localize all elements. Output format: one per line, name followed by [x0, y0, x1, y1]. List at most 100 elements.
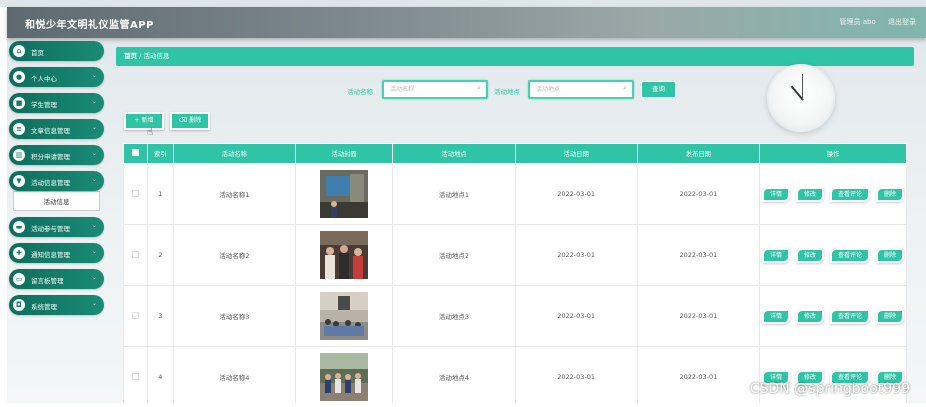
- search-icon: ⌕: [477, 84, 481, 92]
- sidebar-item-label: 活动信息管理: [31, 179, 70, 187]
- home-icon: ⌂: [13, 45, 25, 57]
- user-role: 管理员 abo: [839, 18, 876, 26]
- sidebar-item-notices[interactable]: ✚ 通知信息管理 ⌄: [9, 243, 104, 263]
- chevron-down-icon: ⌄: [91, 176, 97, 183]
- sidebar-item-label: 通知信息管理: [31, 251, 70, 259]
- row-delete-button[interactable]: 删除: [876, 247, 905, 263]
- activity-table: 索引 活动名称 活动封面 活动地点 活动日期 发布日期 操作 1 活动名称1 活…: [123, 143, 907, 407]
- publish-date-cell: 2022-03-01: [636, 285, 761, 347]
- chevron-down-icon: ⌄: [91, 274, 97, 281]
- chevron-down-icon: ⌄: [91, 150, 97, 157]
- date-cell: 2022-03-01: [514, 346, 638, 407]
- delete-button[interactable]: ⌫ 删除: [170, 112, 210, 130]
- publish-date-cell: 2022-03-01: [636, 163, 761, 225]
- sidebar-item-messages[interactable]: ▭ 留言板管理 ⌄: [9, 269, 104, 289]
- watermark: CSDN @springboot999: [749, 381, 910, 397]
- index-cell: 1: [146, 163, 174, 225]
- activity-cover-image[interactable]: [320, 170, 369, 218]
- sidebar-item-label: 首页: [31, 49, 44, 57]
- notice-icon: ✚: [13, 247, 25, 259]
- activity-cover-image[interactable]: [320, 231, 369, 279]
- breadcrumb-current: 活动信息: [143, 52, 170, 60]
- name-cell: 活动名称3: [172, 285, 296, 347]
- sidebar-item-articles[interactable]: ≡ 文章信息管理 ⌄: [9, 119, 104, 139]
- operations-cell: 详情 修改 查看评论 删除: [759, 346, 907, 407]
- activity-cover-image[interactable]: [320, 353, 369, 401]
- publish-date-cell: 2022-03-01: [636, 346, 761, 407]
- place-cell: 活动地点3: [392, 285, 516, 347]
- sidebar-item-label: 文章信息管理: [31, 127, 70, 135]
- user-area: 管理员 abo 退出登录: [830, 17, 916, 27]
- sidebar-item-participation[interactable]: ▬ 活动参与管理 ⌄: [9, 217, 104, 237]
- chevron-down-icon: ⌄: [91, 222, 97, 229]
- activity-name-label: 活动名称: [347, 88, 373, 96]
- index-cell: 2: [146, 224, 174, 286]
- activity-cover-image[interactable]: [320, 292, 369, 340]
- search-icon: ⌕: [623, 84, 627, 92]
- activity-place-input[interactable]: [528, 80, 634, 99]
- sidebar-item-system[interactable]: ◘ 系统管理 ⌄: [9, 295, 104, 315]
- row-checkbox[interactable]: [131, 189, 139, 197]
- cover-cell: [294, 224, 394, 286]
- table-row: 4 活动名称4 活动地点4 2022-03-01 2022-03-01 详情 修…: [123, 346, 907, 407]
- mouse-cursor-icon: ☝: [147, 127, 154, 138]
- logout-link[interactable]: 退出登录: [888, 18, 916, 26]
- cover-cell: [294, 163, 394, 225]
- activity-place-label: 活动地点: [494, 88, 520, 96]
- chevron-down-icon: ⌄: [91, 72, 97, 79]
- row-select-cell[interactable]: [123, 346, 148, 407]
- column-header: 活动封面: [294, 143, 394, 164]
- row-delete-button[interactable]: 删除: [876, 186, 905, 202]
- table-row: 1 活动名称1 活动地点1 2022-03-01 2022-03-01 详情 修…: [123, 163, 907, 225]
- column-header: 索引: [146, 143, 174, 164]
- row-checkbox[interactable]: [131, 250, 139, 258]
- place-cell: 活动地点1: [392, 163, 516, 225]
- edit-button[interactable]: 修改: [795, 186, 824, 202]
- sidebar-item-label: 积分申请管理: [31, 153, 70, 161]
- activity-icon: ▼: [13, 175, 25, 187]
- row-delete-button[interactable]: 删除: [876, 308, 905, 324]
- sidebar-item-label: 学生管理: [31, 101, 57, 109]
- date-cell: 2022-03-01: [514, 224, 638, 286]
- row-checkbox[interactable]: [131, 311, 139, 319]
- participation-icon: ▬: [13, 221, 25, 233]
- sidebar-item-points[interactable]: ▥ 积分申请管理 ⌄: [9, 145, 104, 165]
- query-button[interactable]: 查询: [641, 81, 676, 98]
- row-select-cell[interactable]: [123, 163, 148, 225]
- edit-button[interactable]: 修改: [795, 247, 824, 263]
- name-cell: 活动名称1: [172, 163, 296, 225]
- select-all-header[interactable]: [123, 143, 148, 164]
- activity-name-input[interactable]: [382, 80, 488, 99]
- app-title: 和悦少年文明礼仪监管APP: [25, 20, 154, 31]
- breadcrumb-home[interactable]: 首页: [124, 52, 137, 60]
- sidebar-subitem-activity-info[interactable]: 活动信息: [13, 191, 100, 211]
- date-cell: 2022-03-01: [514, 285, 638, 347]
- clock-minute-hand: [802, 74, 803, 100]
- view-comments-button[interactable]: 查看评论: [830, 308, 871, 324]
- publish-date-cell: 2022-03-01: [636, 224, 761, 286]
- detail-button[interactable]: 详情: [761, 186, 790, 202]
- view-comments-button[interactable]: 查看评论: [830, 247, 871, 263]
- row-select-cell[interactable]: [123, 285, 148, 347]
- top-bar: 和悦少年文明礼仪监管APP 管理员 abo 退出登录: [7, 7, 926, 38]
- row-checkbox[interactable]: [131, 372, 139, 380]
- view-comments-button[interactable]: 查看评论: [830, 186, 871, 202]
- table-row: 2 活动名称2 活动地点2 2022-03-01 2022-03-01 详情 修…: [123, 224, 907, 286]
- operations-cell: 详情 修改 查看评论 删除: [759, 285, 907, 347]
- edit-button[interactable]: 修改: [795, 308, 824, 324]
- chevron-down-icon: ⌄: [91, 248, 97, 255]
- place-cell: 活动地点2: [392, 224, 516, 286]
- cover-cell: [294, 285, 394, 347]
- operations-cell: 详情 修改 查看评论 删除: [759, 224, 907, 286]
- article-icon: ≡: [13, 123, 25, 135]
- column-header: 操作: [759, 143, 907, 164]
- select-all-checkbox[interactable]: [131, 149, 139, 156]
- row-select-cell[interactable]: [123, 224, 148, 286]
- column-header: 发布日期: [636, 143, 761, 164]
- add-button[interactable]: + 新增: [124, 112, 164, 130]
- date-cell: 2022-03-01: [514, 163, 638, 225]
- sidebar-item-activities[interactable]: ▼ 活动信息管理 ⌄: [9, 171, 104, 191]
- detail-button[interactable]: 详情: [761, 308, 790, 324]
- detail-button[interactable]: 详情: [761, 247, 790, 263]
- sidebar-item-home[interactable]: ⌂ 首页: [9, 41, 104, 61]
